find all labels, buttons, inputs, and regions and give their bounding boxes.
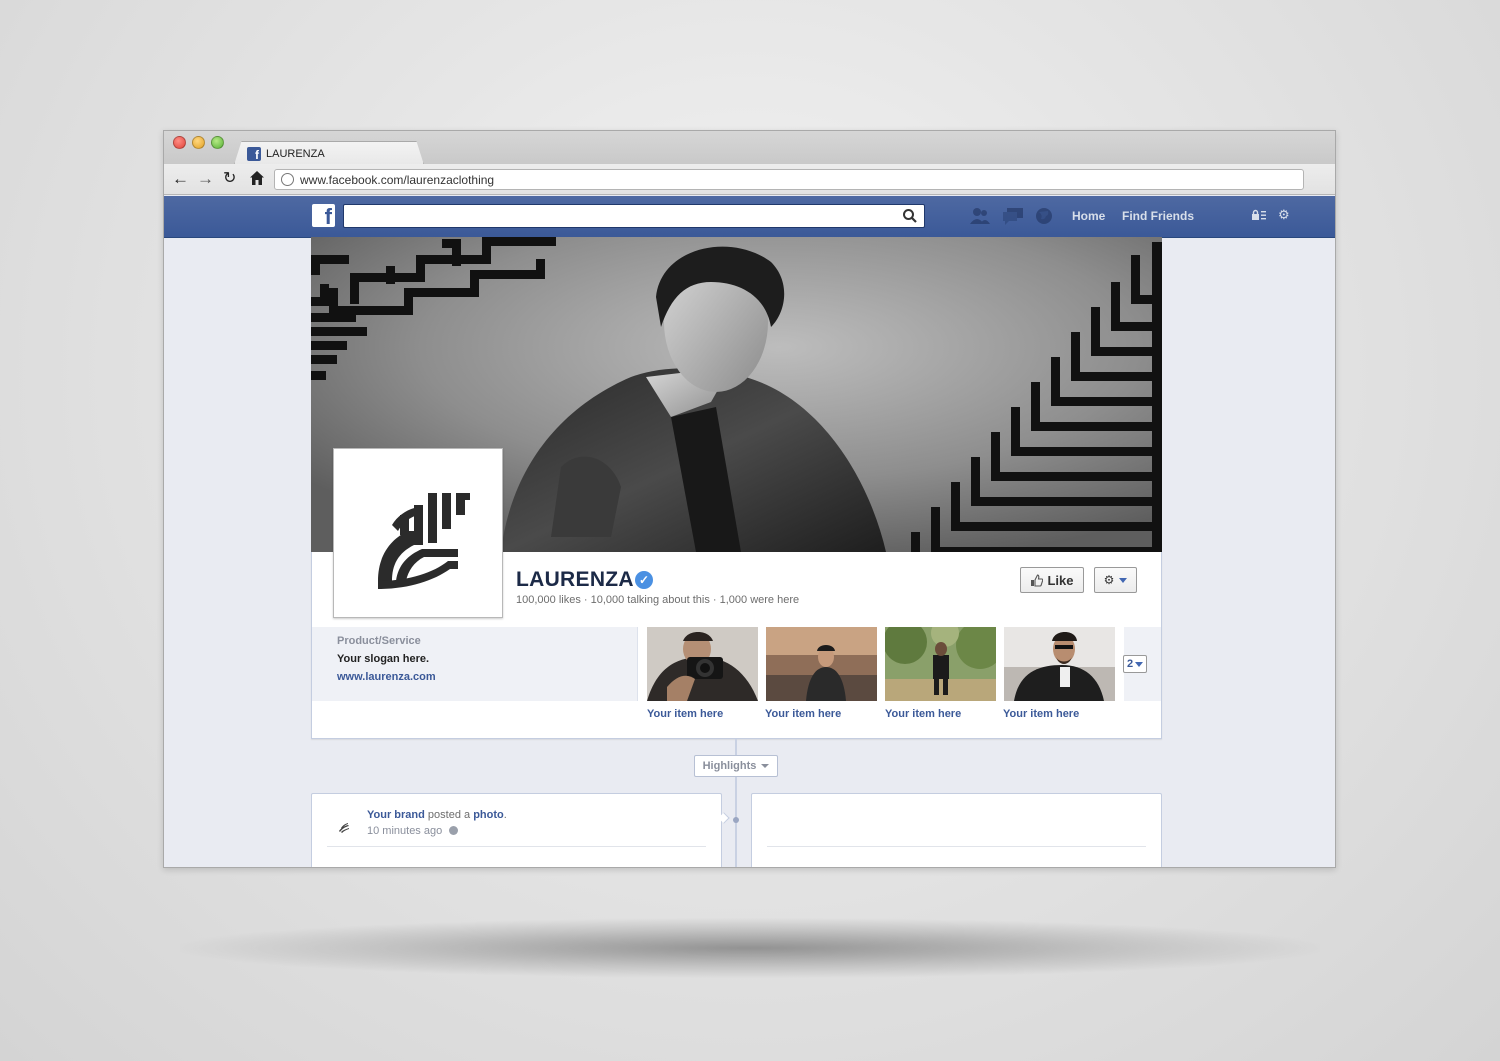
about-box: Product/Service Your slogan here. www.la… xyxy=(312,627,638,701)
search-icon[interactable] xyxy=(902,208,918,224)
timeline-post: Your brand posted a photo. 10 minutes ag… xyxy=(311,793,722,867)
settings-gear-icon[interactable]: ⚙ xyxy=(1278,207,1290,223)
verified-badge-icon: ✓ xyxy=(635,571,653,589)
page-slogan: Your slogan here. xyxy=(337,653,430,665)
browser-window: f LAURENZA ← → ↻ www.facebook.com/lauren… xyxy=(163,130,1336,868)
floor-shadow xyxy=(180,918,1320,978)
browser-toolbar: ← → ↻ www.facebook.com/laurenzaclothing xyxy=(164,164,1335,195)
app-thumbnail[interactable] xyxy=(1004,627,1115,701)
forest-man-image xyxy=(885,627,996,701)
page-stats: 100,000 likes · 10,000 talking about thi… xyxy=(516,594,800,606)
page-title: LAURENZA xyxy=(516,568,634,591)
laurenza-logo-icon xyxy=(338,453,498,613)
photographer-image xyxy=(647,627,758,701)
app-label[interactable]: Your item here xyxy=(885,708,961,720)
maximize-window-button[interactable] xyxy=(211,136,224,149)
tab-title: LAURENZA xyxy=(266,147,325,160)
app-thumbnail[interactable] xyxy=(766,627,877,701)
profile-picture[interactable] xyxy=(333,448,503,618)
brand-avatar-icon[interactable] xyxy=(337,820,351,834)
highlights-dropdown[interactable]: Highlights xyxy=(694,755,778,777)
website-link[interactable]: www.laurenza.com xyxy=(337,671,637,683)
facebook-favicon-icon: f xyxy=(247,146,261,161)
privacy-shortcuts-icon[interactable] xyxy=(1251,209,1267,221)
highlights-label: Highlights xyxy=(702,760,757,772)
post-action-text: posted a xyxy=(424,809,474,821)
nav-home-link[interactable]: Home xyxy=(1072,209,1105,223)
facebook-top-bar: f Home Find Friends ⚙ xyxy=(164,196,1335,238)
thumbs-up-icon xyxy=(1031,573,1044,587)
app-thumbnail[interactable] xyxy=(885,627,996,701)
like-button[interactable]: Like xyxy=(1020,567,1084,593)
post-author-link[interactable]: Your brand xyxy=(367,809,425,821)
leather-jacket-man-image xyxy=(1004,627,1115,701)
messages-icon[interactable] xyxy=(1002,207,1024,225)
back-arrow-icon[interactable]: ← xyxy=(172,170,189,188)
post-divider xyxy=(767,846,1146,847)
url-text: www.facebook.com/laurenzaclothing xyxy=(300,172,495,187)
nav-find-friends-link[interactable]: Find Friends xyxy=(1122,209,1194,223)
more-apps-button[interactable]: 2 xyxy=(1123,655,1147,673)
post-divider xyxy=(327,846,706,847)
post-timestamp[interactable]: 10 minutes ago xyxy=(367,825,442,837)
post-punctuation: . xyxy=(503,809,507,821)
browser-tab[interactable]: f LAURENZA xyxy=(234,141,424,165)
more-apps-count: 2 xyxy=(1126,658,1134,670)
timeline-post-empty xyxy=(751,793,1162,867)
gear-icon: ⚙ xyxy=(1103,573,1115,587)
page-category: Product/Service xyxy=(337,635,421,647)
like-button-label: Like xyxy=(1047,572,1074,588)
app-label[interactable]: Your item here xyxy=(647,708,723,720)
tab-strip: f LAURENZA xyxy=(164,131,1335,165)
app-label[interactable]: Your item here xyxy=(1003,708,1079,720)
chevron-down-icon xyxy=(761,764,770,768)
rooftop-man-image xyxy=(766,627,877,701)
app-thumbnail[interactable] xyxy=(647,627,758,701)
timeline-dot xyxy=(733,817,739,823)
chevron-down-icon xyxy=(1135,661,1144,667)
page-settings-button[interactable]: ⚙ xyxy=(1094,567,1137,593)
search-input[interactable] xyxy=(343,204,925,228)
post-meta: 10 minutes ago xyxy=(367,825,459,837)
globe-icon xyxy=(281,173,294,186)
public-globe-icon xyxy=(449,826,459,835)
minimize-window-button[interactable] xyxy=(192,136,205,149)
friend-requests-icon[interactable] xyxy=(969,207,991,225)
home-icon[interactable] xyxy=(249,170,265,190)
notifications-globe-icon[interactable] xyxy=(1034,207,1056,225)
post-photo-link[interactable]: photo xyxy=(473,809,504,821)
post-headline: Your brand posted a photo. xyxy=(367,809,507,821)
app-label[interactable]: Your item here xyxy=(765,708,841,720)
reload-icon[interactable]: ↻ xyxy=(223,170,236,188)
chevron-down-icon xyxy=(1119,577,1128,583)
facebook-logo-icon[interactable]: f xyxy=(312,204,335,228)
close-window-button[interactable] xyxy=(173,136,186,149)
address-bar[interactable]: www.facebook.com/laurenzaclothing xyxy=(274,169,1304,190)
forward-arrow-icon[interactable]: → xyxy=(197,170,214,188)
